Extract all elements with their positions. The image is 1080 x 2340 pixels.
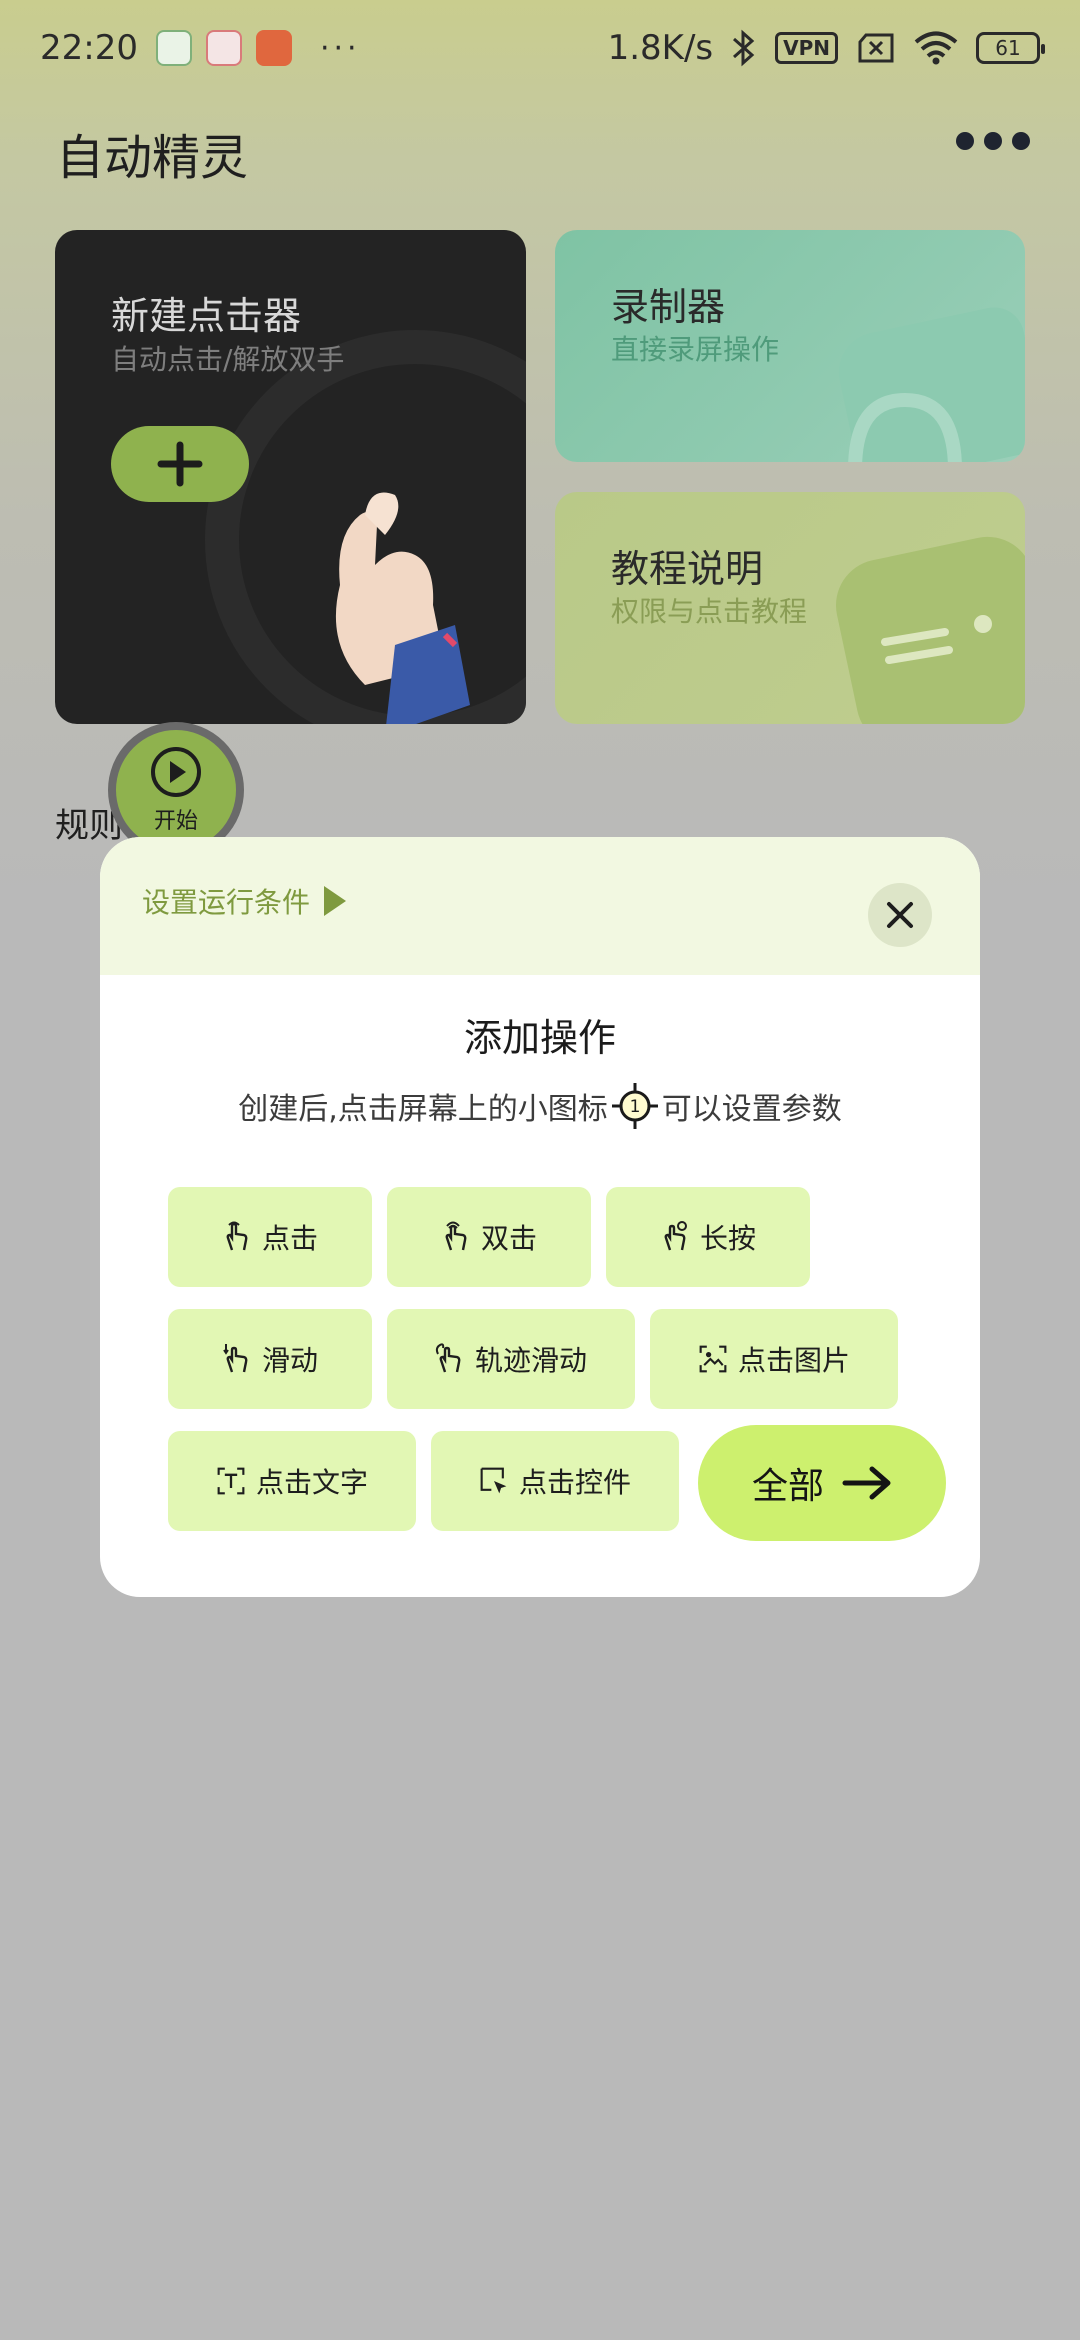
recorder-card[interactable]: 录制器 直接录屏操作 xyxy=(555,230,1025,462)
op-tap-button[interactable]: 点击 xyxy=(168,1187,372,1287)
home-app-icon xyxy=(155,30,192,66)
image-click-icon xyxy=(699,1345,727,1373)
network-speed: 1.8K/s xyxy=(607,28,714,68)
shop-app-icon xyxy=(255,30,292,66)
status-left: 22:20 ··· xyxy=(40,28,361,68)
status-bar: 22:20 ··· 1.8K/s VPN 61 xyxy=(0,0,1080,96)
op-tap-label: 点击 xyxy=(261,1222,318,1255)
triangle-right-icon xyxy=(324,886,347,916)
add-operation-dialog: 设置运行条件 添加操作 创建后,点击屏幕上的小图标 1 可以设置参数 点击 双击… xyxy=(100,837,980,1597)
dialog-header: 设置运行条件 xyxy=(100,837,980,975)
status-right: 1.8K/s VPN 61 xyxy=(607,28,1045,68)
map-app-icon xyxy=(205,30,242,66)
wifi-icon xyxy=(914,31,958,65)
new-clicker-card[interactable]: 新建点击器 自动点击/解放双手 xyxy=(55,230,526,724)
recorder-title: 录制器 xyxy=(611,285,726,329)
camera-lens-icon xyxy=(848,392,962,462)
text-click-icon xyxy=(217,1467,245,1495)
plus-icon xyxy=(157,441,203,487)
bluetooth-icon xyxy=(733,29,755,67)
op-image-click-label: 点击图片 xyxy=(737,1344,850,1377)
op-swipe-label: 滑动 xyxy=(261,1344,318,1377)
op-widget-click-button[interactable]: 点击控件 xyxy=(431,1431,679,1531)
new-clicker-subtitle: 自动点击/解放双手 xyxy=(111,343,345,376)
op-path-swipe-label: 轨迹滑动 xyxy=(474,1344,587,1377)
op-long-press-label: 长按 xyxy=(699,1222,756,1255)
no-sim-icon xyxy=(858,33,894,63)
start-label: 开始 xyxy=(153,809,198,834)
long-press-icon xyxy=(664,1221,687,1251)
status-time: 22:20 xyxy=(40,28,138,68)
all-button-label: 全部 xyxy=(751,1466,824,1507)
op-text-click-label: 点击文字 xyxy=(255,1466,368,1499)
op-image-click-button[interactable]: 点击图片 xyxy=(650,1309,898,1409)
hand-illustration-icon xyxy=(335,492,470,724)
new-clicker-title: 新建点击器 xyxy=(111,294,302,338)
close-icon xyxy=(887,902,913,928)
path-swipe-icon xyxy=(435,1343,461,1373)
hint-text-before: 创建后,点击屏幕上的小图标 xyxy=(238,1092,608,1127)
close-button[interactable] xyxy=(868,883,932,947)
more-notifications-icon: ··· xyxy=(319,30,361,66)
tutorial-title: 教程说明 xyxy=(611,547,764,591)
run-condition-label: 设置运行条件 xyxy=(142,886,311,919)
crosshair-number: 1 xyxy=(629,1097,640,1117)
tutorial-subtitle: 权限与点击教程 xyxy=(611,595,808,628)
all-operations-button[interactable]: 全部 xyxy=(698,1425,946,1541)
op-widget-click-label: 点击控件 xyxy=(518,1466,631,1499)
op-text-click-button[interactable]: 点击文字 xyxy=(168,1431,416,1531)
crosshair-icon: 1 xyxy=(611,1083,658,1129)
vpn-badge: VPN xyxy=(775,32,838,64)
hint-text-after: 可以设置参数 xyxy=(661,1092,842,1127)
more-dots-icon[interactable] xyxy=(956,132,1030,150)
op-long-press-button[interactable]: 长按 xyxy=(606,1187,810,1287)
op-double-tap-label: 双击 xyxy=(480,1222,537,1255)
play-icon xyxy=(151,747,201,797)
dialog-hint: 创建后,点击屏幕上的小图标 1 可以设置参数 xyxy=(100,1081,980,1131)
tutorial-card[interactable]: 教程说明 权限与点击教程 xyxy=(555,492,1025,724)
face-icon xyxy=(881,615,992,664)
dialog-title: 添加操作 xyxy=(463,1016,616,1060)
tap-icon xyxy=(226,1221,248,1251)
op-swipe-button[interactable]: 滑动 xyxy=(168,1309,372,1409)
swipe-icon xyxy=(223,1344,248,1373)
op-double-tap-button[interactable]: 双击 xyxy=(387,1187,591,1287)
arrow-right-icon xyxy=(842,1466,891,1500)
double-tap-icon xyxy=(445,1221,467,1251)
add-clicker-button[interactable] xyxy=(111,426,249,502)
battery-indicator: 61 xyxy=(976,32,1045,64)
widget-click-icon xyxy=(480,1467,507,1494)
run-condition-link[interactable]: 设置运行条件 xyxy=(142,881,347,921)
op-path-swipe-button[interactable]: 轨迹滑动 xyxy=(387,1309,635,1409)
app-title: 自动精灵 xyxy=(56,130,249,186)
recorder-subtitle: 直接录屏操作 xyxy=(611,333,780,366)
